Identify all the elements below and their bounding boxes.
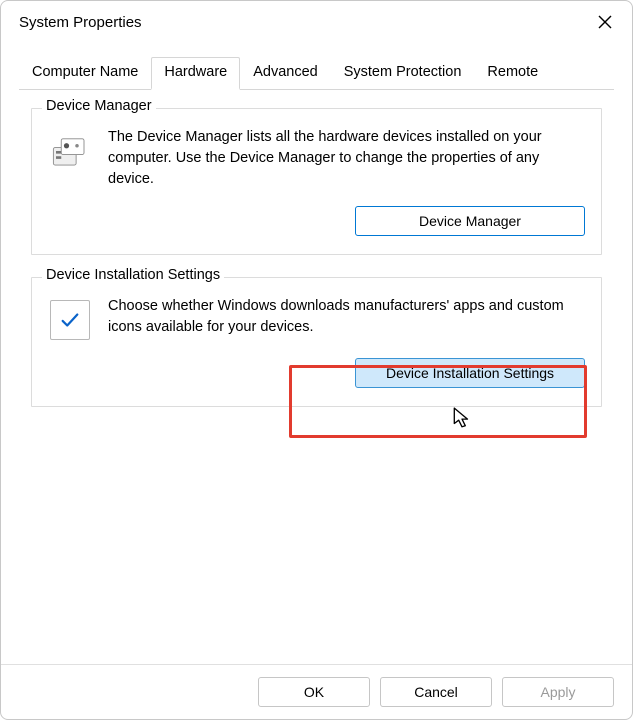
device-manager-group: Device Manager The Device Manager lists … [31, 108, 602, 255]
close-icon [598, 15, 612, 29]
system-properties-window: System Properties Computer Name Hardware… [0, 0, 633, 720]
device-installation-settings-description: Choose whether Windows downloads manufac… [108, 296, 585, 338]
device-manager-icon [48, 129, 92, 173]
cancel-button[interactable]: Cancel [380, 677, 492, 707]
tab-hardware[interactable]: Hardware [151, 57, 240, 90]
ok-button[interactable]: OK [258, 677, 370, 707]
tab-computer-name[interactable]: Computer Name [19, 57, 151, 90]
device-manager-button[interactable]: Device Manager [355, 206, 585, 236]
tabs: Computer Name Hardware Advanced System P… [1, 43, 632, 90]
checkmark-icon [48, 298, 92, 342]
tab-remote[interactable]: Remote [474, 57, 551, 90]
device-manager-group-title: Device Manager [42, 98, 156, 114]
dialog-footer: OK Cancel Apply [1, 664, 632, 719]
device-installation-settings-button[interactable]: Device Installation Settings [355, 358, 585, 388]
tab-advanced[interactable]: Advanced [240, 57, 331, 90]
tab-content: Device Manager The Device Manager lists … [1, 90, 632, 664]
apply-button[interactable]: Apply [502, 677, 614, 707]
cursor-icon [453, 407, 471, 429]
device-installation-settings-group-title: Device Installation Settings [42, 267, 224, 283]
window-title: System Properties [19, 14, 582, 31]
titlebar: System Properties [1, 1, 632, 43]
device-manager-description: The Device Manager lists all the hardwar… [108, 127, 585, 190]
device-installation-settings-group: Device Installation Settings Choose whet… [31, 277, 602, 407]
close-button[interactable] [582, 5, 628, 39]
tab-system-protection[interactable]: System Protection [331, 57, 475, 90]
